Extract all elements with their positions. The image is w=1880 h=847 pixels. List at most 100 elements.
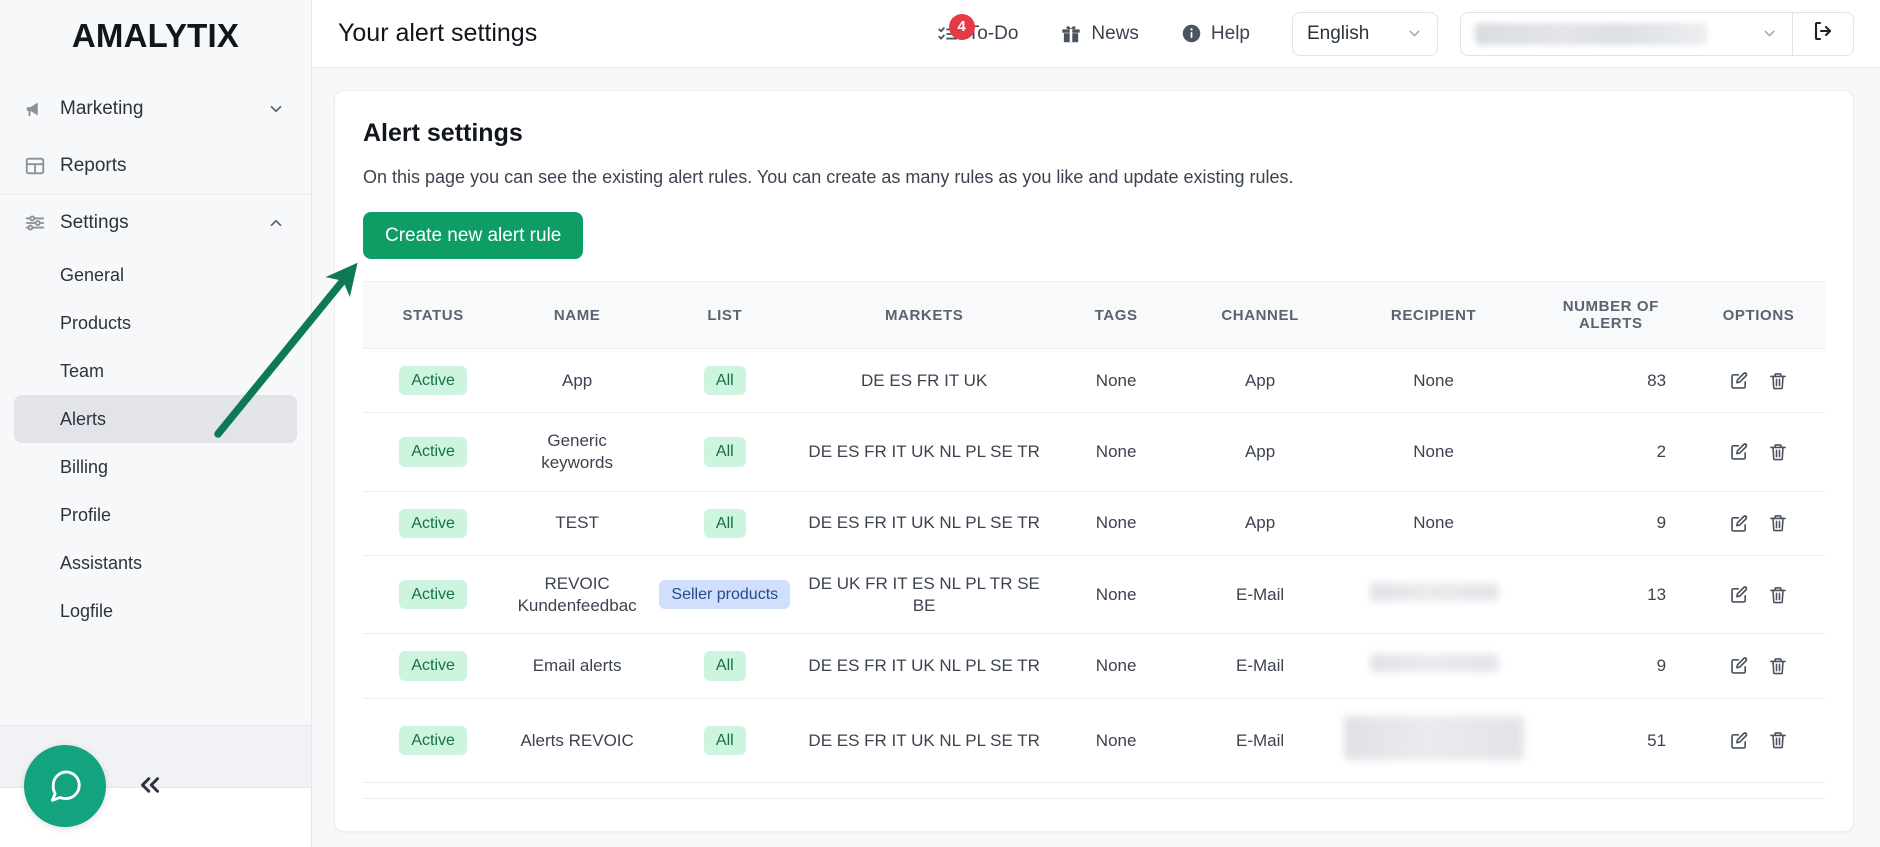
cell-markets: DE ES FR IT UK NL PL SE TR [799, 491, 1050, 555]
create-new-alert-rule-button[interactable]: Create new alert rule [363, 212, 583, 259]
help-label: Help [1211, 23, 1250, 45]
chat-bubble-icon[interactable] [24, 745, 106, 827]
alert-rules-table-wrap: STATUS NAME LIST MARKETS TAGS CHANNEL RE… [363, 281, 1825, 799]
edit-pencil-icon[interactable] [1729, 655, 1750, 676]
alert-settings-card: Alert settings On this page you can see … [334, 90, 1854, 832]
status-badge: Active [399, 366, 467, 395]
table-row[interactable]: Active Generic keywords All DE ES FR IT … [363, 413, 1825, 492]
edit-pencil-icon[interactable] [1729, 441, 1750, 462]
cell-name: Alerts REVOIC [503, 698, 651, 783]
sidebar-item-products[interactable]: Products [14, 299, 297, 347]
help-button[interactable]: Help [1181, 23, 1250, 45]
edit-pencil-icon[interactable] [1729, 370, 1750, 391]
sidebar-item-team[interactable]: Team [14, 347, 297, 395]
edit-pencil-icon[interactable] [1729, 584, 1750, 605]
trash-icon[interactable] [1768, 442, 1788, 462]
chevron-up-icon[interactable] [267, 214, 285, 232]
column-header-channel[interactable]: CHANNEL [1183, 282, 1338, 349]
cell-markets: DE UK FR IT ES NL PL TR SE BE [799, 555, 1050, 634]
cell-status: Active [363, 634, 503, 698]
sidebar-item-profile[interactable]: Profile [14, 491, 297, 539]
cell-status: Active [363, 555, 503, 634]
cell-list: Seller products [651, 555, 799, 634]
column-header-recipient[interactable]: RECIPIENT [1338, 282, 1530, 349]
recipient-redacted [1370, 654, 1498, 672]
content-area: Your alert settings 4 To-Do [312, 0, 1880, 847]
cell-recipient [1338, 634, 1530, 698]
column-header-name[interactable]: NAME [503, 282, 651, 349]
cell-channel: E-Mail [1183, 634, 1338, 698]
trash-icon[interactable] [1768, 656, 1788, 676]
sidebar-item-logfile[interactable]: Logfile [14, 587, 297, 635]
account-controls [1460, 12, 1854, 56]
brand-logo[interactable]: AMALYTIX [0, 0, 311, 72]
cell-options [1692, 349, 1825, 413]
card-description: On this page you can see the existing al… [363, 167, 1825, 188]
main-scroll-region: Alert settings On this page you can see … [312, 68, 1880, 847]
column-header-number-of-alerts[interactable]: NUMBER OF ALERTS [1530, 282, 1692, 349]
recipient-redacted [1370, 583, 1498, 601]
news-button[interactable]: News [1060, 23, 1139, 45]
sidebar-item-general[interactable]: General [14, 251, 297, 299]
table-row[interactable]: Active TEST All DE ES FR IT UK NL PL SE … [363, 491, 1825, 555]
cell-number-of-alerts: 83 [1530, 349, 1692, 413]
todo-button[interactable]: 4 To-Do [937, 23, 1019, 45]
trash-icon[interactable] [1768, 513, 1788, 533]
sidebar-group-label: Reports [50, 155, 267, 177]
cell-tags: None [1050, 698, 1183, 783]
todo-label: To-Do [968, 23, 1019, 45]
sidebar-item-billing[interactable]: Billing [14, 443, 297, 491]
cell-number-of-alerts: 9 [1530, 491, 1692, 555]
cell-channel: App [1183, 491, 1338, 555]
table-header: STATUS NAME LIST MARKETS TAGS CHANNEL RE… [363, 282, 1825, 349]
column-header-tags[interactable]: TAGS [1050, 282, 1183, 349]
cell-channel: E-Mail [1183, 698, 1338, 783]
megaphone-icon [24, 98, 50, 120]
card-title: Alert settings [363, 119, 1825, 148]
cell-number-of-alerts: 51 [1530, 698, 1692, 783]
edit-pencil-icon[interactable] [1729, 730, 1750, 751]
list-badge: Seller products [659, 580, 790, 609]
cell-recipient [1338, 698, 1530, 783]
cell-status: Active [363, 413, 503, 492]
cell-list: All [651, 634, 799, 698]
logout-button[interactable] [1792, 12, 1854, 56]
sidebar-group-settings[interactable]: Settings [0, 194, 311, 251]
cell-tags: None [1050, 349, 1183, 413]
table-row[interactable]: Active Email alerts All DE ES FR IT UK N… [363, 634, 1825, 698]
cell-tags: None [1050, 634, 1183, 698]
sidebar-item-label: Profile [60, 505, 111, 526]
cell-recipient: None [1338, 491, 1530, 555]
chevron-down-icon [1405, 25, 1423, 43]
top-header: Your alert settings 4 To-Do [312, 0, 1880, 68]
account-select[interactable] [1460, 12, 1792, 56]
todo-badge: 4 [949, 14, 975, 40]
chevron-double-left-icon[interactable] [130, 767, 170, 803]
column-header-markets[interactable]: MARKETS [799, 282, 1050, 349]
column-header-status[interactable]: STATUS [363, 282, 503, 349]
trash-icon[interactable] [1768, 371, 1788, 391]
sidebar-item-alerts[interactable]: Alerts [14, 395, 297, 443]
sidebar-group-reports[interactable]: Reports [0, 137, 311, 194]
trash-icon[interactable] [1768, 730, 1788, 750]
trash-icon[interactable] [1768, 585, 1788, 605]
edit-pencil-icon[interactable] [1729, 513, 1750, 534]
account-value-redacted [1475, 23, 1707, 45]
table-row[interactable]: Active App All DE ES FR IT UK None App N… [363, 349, 1825, 413]
cell-list: All [651, 698, 799, 783]
sidebar-group-marketing[interactable]: Marketing [0, 80, 311, 137]
cell-channel: E-Mail [1183, 555, 1338, 634]
chevron-down-icon[interactable] [267, 100, 285, 118]
table-row[interactable]: Active REVOIC Kundenfeedbac Seller produ… [363, 555, 1825, 634]
table-grid-icon [24, 155, 50, 177]
table-row[interactable]: Active Alerts REVOIC All DE ES FR IT UK … [363, 698, 1825, 783]
sidebar-item-assistants[interactable]: Assistants [14, 539, 297, 587]
gift-icon [1060, 23, 1082, 45]
sidebar-item-label: Alerts [60, 409, 106, 430]
language-select[interactable]: English [1292, 12, 1438, 56]
table-body: Active App All DE ES FR IT UK None App N… [363, 349, 1825, 783]
column-header-list[interactable]: LIST [651, 282, 799, 349]
cell-status: Active [363, 491, 503, 555]
status-badge: Active [399, 651, 467, 680]
info-icon [1181, 23, 1202, 44]
